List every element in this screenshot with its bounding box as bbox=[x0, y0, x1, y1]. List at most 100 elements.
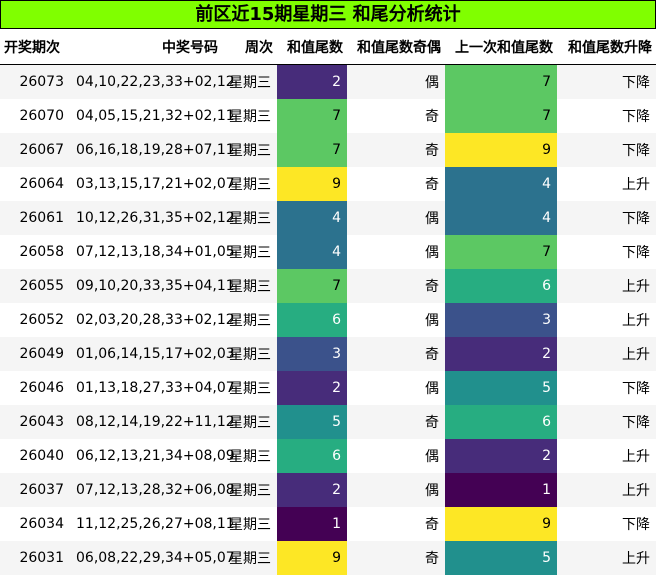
cell-period: 26064 bbox=[0, 167, 70, 201]
cell-weekday: 星期三 bbox=[222, 167, 277, 201]
cell-numbers: 01,06,14,15,17+02,03 bbox=[70, 337, 235, 371]
cell-numbers: 11,12,25,26,27+08,11 bbox=[70, 507, 235, 541]
cell-parity: 奇 bbox=[347, 133, 445, 167]
table-row: 26070 04,05,15,21,32+02,11 星期三 7 奇 7 下降 bbox=[0, 99, 656, 133]
table-row: 26058 07,12,13,18,34+01,05 星期三 4 偶 7 下降 bbox=[0, 235, 656, 269]
cell-tail: 5 bbox=[277, 405, 347, 439]
table-row: 26064 03,13,15,17,21+02,07 星期三 9 奇 4 上升 bbox=[0, 167, 656, 201]
cell-numbers: 06,08,22,29,34+05,07 bbox=[70, 541, 235, 575]
cell-trend: 下降 bbox=[557, 99, 656, 133]
cell-parity: 偶 bbox=[347, 303, 445, 337]
header-period: 开奖期次 bbox=[0, 30, 70, 65]
cell-parity: 偶 bbox=[347, 64, 445, 99]
cell-period: 26052 bbox=[0, 303, 70, 337]
header-weekday: 周次 bbox=[222, 30, 277, 65]
cell-period: 26049 bbox=[0, 337, 70, 371]
cell-parity: 奇 bbox=[347, 337, 445, 371]
cell-parity: 偶 bbox=[347, 371, 445, 405]
table-title: 前区近15期星期三 和尾分析统计 bbox=[0, 0, 656, 29]
cell-weekday: 星期三 bbox=[222, 507, 277, 541]
cell-weekday: 星期三 bbox=[222, 473, 277, 507]
cell-prev-tail: 5 bbox=[445, 541, 557, 575]
cell-parity: 奇 bbox=[347, 405, 445, 439]
table-row: 26073 04,10,22,23,33+02,12 星期三 2 偶 7 下降 bbox=[0, 64, 656, 99]
cell-period: 26031 bbox=[0, 541, 70, 575]
header-trend: 和值尾数升降 bbox=[557, 30, 656, 65]
cell-parity: 偶 bbox=[347, 439, 445, 473]
cell-parity: 奇 bbox=[347, 541, 445, 575]
cell-numbers: 04,10,22,23,33+02,12 bbox=[70, 64, 235, 99]
cell-numbers: 07,12,13,28,32+06,08 bbox=[70, 473, 235, 507]
cell-period: 26067 bbox=[0, 133, 70, 167]
cell-prev-tail: 9 bbox=[445, 133, 557, 167]
cell-prev-tail: 9 bbox=[445, 507, 557, 541]
cell-weekday: 星期三 bbox=[222, 439, 277, 473]
cell-numbers: 02,03,20,28,33+02,12 bbox=[70, 303, 235, 337]
cell-period: 26070 bbox=[0, 99, 70, 133]
cell-prev-tail: 7 bbox=[445, 64, 557, 99]
cell-prev-tail: 7 bbox=[445, 99, 557, 133]
cell-tail: 4 bbox=[277, 201, 347, 235]
cell-prev-tail: 6 bbox=[445, 269, 557, 303]
table-row: 26034 11,12,25,26,27+08,11 星期三 1 奇 9 下降 bbox=[0, 507, 656, 541]
header-tail: 和值尾数 bbox=[277, 30, 347, 65]
cell-numbers: 07,12,13,18,34+01,05 bbox=[70, 235, 235, 269]
cell-tail: 1 bbox=[277, 507, 347, 541]
cell-weekday: 星期三 bbox=[222, 64, 277, 99]
cell-trend: 下降 bbox=[557, 201, 656, 235]
cell-parity: 奇 bbox=[347, 99, 445, 133]
cell-trend: 下降 bbox=[557, 507, 656, 541]
cell-tail: 7 bbox=[277, 269, 347, 303]
cell-trend: 上升 bbox=[557, 337, 656, 371]
tail-analysis-table: 开奖期次 中奖号码 周次 和值尾数 和值尾数奇偶 上一次和值尾数 和值尾数升降 … bbox=[0, 30, 656, 575]
cell-trend: 上升 bbox=[557, 439, 656, 473]
cell-tail: 2 bbox=[277, 473, 347, 507]
cell-tail: 4 bbox=[277, 235, 347, 269]
cell-parity: 奇 bbox=[347, 507, 445, 541]
cell-weekday: 星期三 bbox=[222, 269, 277, 303]
cell-numbers: 04,05,15,21,32+02,11 bbox=[70, 99, 235, 133]
cell-weekday: 星期三 bbox=[222, 541, 277, 575]
cell-tail: 7 bbox=[277, 133, 347, 167]
cell-trend: 下降 bbox=[557, 133, 656, 167]
table-row: 26049 01,06,14,15,17+02,03 星期三 3 奇 2 上升 bbox=[0, 337, 656, 371]
cell-period: 26034 bbox=[0, 507, 70, 541]
cell-period: 26037 bbox=[0, 473, 70, 507]
cell-weekday: 星期三 bbox=[222, 405, 277, 439]
cell-numbers: 01,13,18,27,33+04,07 bbox=[70, 371, 235, 405]
cell-prev-tail: 1 bbox=[445, 473, 557, 507]
header-numbers: 中奖号码 bbox=[70, 30, 222, 65]
cell-numbers: 03,13,15,17,21+02,07 bbox=[70, 167, 235, 201]
cell-tail: 2 bbox=[277, 64, 347, 99]
cell-numbers: 06,16,18,19,28+07,11 bbox=[70, 133, 235, 167]
cell-prev-tail: 2 bbox=[445, 337, 557, 371]
cell-weekday: 星期三 bbox=[222, 337, 277, 371]
table-row: 26061 10,12,26,31,35+02,12 星期三 4 偶 4 下降 bbox=[0, 201, 656, 235]
table-row: 26040 06,12,13,21,34+08,09 星期三 6 偶 2 上升 bbox=[0, 439, 656, 473]
table-row: 26031 06,08,22,29,34+05,07 星期三 9 奇 5 上升 bbox=[0, 541, 656, 575]
cell-parity: 偶 bbox=[347, 201, 445, 235]
cell-prev-tail: 4 bbox=[445, 201, 557, 235]
cell-period: 26058 bbox=[0, 235, 70, 269]
table-row: 26052 02,03,20,28,33+02,12 星期三 6 偶 3 上升 bbox=[0, 303, 656, 337]
cell-prev-tail: 5 bbox=[445, 371, 557, 405]
cell-trend: 下降 bbox=[557, 405, 656, 439]
cell-numbers: 06,12,13,21,34+08,09 bbox=[70, 439, 235, 473]
cell-weekday: 星期三 bbox=[222, 133, 277, 167]
table-row: 26055 09,10,20,33,35+04,11 星期三 7 奇 6 上升 bbox=[0, 269, 656, 303]
cell-trend: 上升 bbox=[557, 303, 656, 337]
cell-trend: 上升 bbox=[557, 473, 656, 507]
cell-period: 26040 bbox=[0, 439, 70, 473]
table-row: 26037 07,12,13,28,32+06,08 星期三 2 偶 1 上升 bbox=[0, 473, 656, 507]
cell-prev-tail: 7 bbox=[445, 235, 557, 269]
cell-tail: 7 bbox=[277, 99, 347, 133]
stats-page: 前区近15期星期三 和尾分析统计 开奖期次 中奖号码 周次 和值尾数 和值尾数奇… bbox=[0, 0, 656, 576]
table-row: 26043 08,12,14,19,22+11,12 星期三 5 奇 6 下降 bbox=[0, 405, 656, 439]
cell-period: 26043 bbox=[0, 405, 70, 439]
cell-parity: 偶 bbox=[347, 473, 445, 507]
cell-weekday: 星期三 bbox=[222, 99, 277, 133]
cell-trend: 上升 bbox=[557, 541, 656, 575]
cell-period: 26046 bbox=[0, 371, 70, 405]
cell-weekday: 星期三 bbox=[222, 303, 277, 337]
cell-weekday: 星期三 bbox=[222, 235, 277, 269]
